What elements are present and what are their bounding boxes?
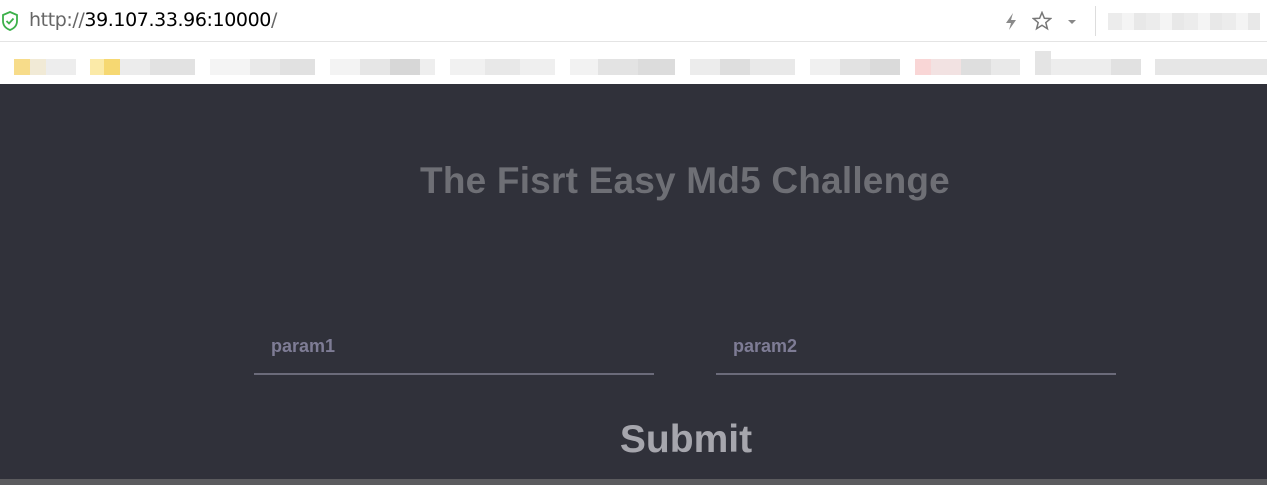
bookmark-item[interactable] (14, 59, 76, 75)
bookmark-item[interactable] (570, 59, 675, 75)
param1-input[interactable] (254, 327, 654, 373)
url-scheme: http:// (29, 9, 85, 31)
bookmark-item[interactable] (690, 59, 795, 75)
address-bar: http://39.107.33.96:10000/ (0, 0, 1267, 42)
url-host: 39.107.33.96:10000 (84, 9, 271, 31)
url-trailing: / (270, 9, 277, 31)
bookmark-item[interactable] (915, 59, 1020, 75)
param2-input[interactable] (716, 327, 1116, 373)
shield-check-icon (2, 11, 18, 31)
param2-field (716, 327, 1116, 375)
bottom-scrollbar-edge (0, 479, 1267, 485)
bookmark-item[interactable] (210, 59, 315, 75)
lightning-icon[interactable] (1003, 12, 1019, 31)
address-divider (1095, 6, 1096, 36)
search-box-redacted[interactable] (1108, 13, 1260, 30)
bookmark-item[interactable] (810, 59, 900, 75)
page-content: The Fisrt Easy Md5 Challenge Submit (0, 84, 1267, 479)
bookmark-item[interactable] (90, 59, 195, 75)
bookmark-item[interactable] (450, 59, 555, 75)
param1-field (254, 327, 654, 375)
bookmark-item[interactable] (1035, 51, 1267, 75)
page-title: The Fisrt Easy Md5 Challenge (420, 160, 950, 201)
url-field[interactable]: http://39.107.33.96:10000/ (29, 9, 277, 31)
bookmarks-bar (0, 43, 1267, 83)
chevron-down-icon[interactable] (1066, 18, 1078, 26)
submit-button[interactable]: Submit (586, 417, 786, 463)
bookmark-item[interactable] (330, 59, 435, 75)
star-icon[interactable] (1032, 11, 1052, 31)
